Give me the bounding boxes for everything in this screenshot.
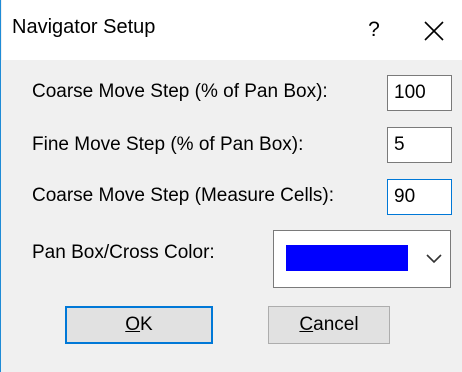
pan-box-color-dropdown[interactable] — [273, 230, 451, 288]
ok-button[interactable]: OK — [65, 306, 213, 344]
chevron-down-icon — [426, 254, 442, 264]
color-swatch — [286, 245, 408, 271]
window-title: Navigator Setup — [12, 16, 156, 38]
coarse-cells-step-label: Coarse Move Step (Measure Cells): — [32, 185, 334, 206]
navigator-setup-dialog: Navigator Setup ? Coarse Move Step (% of… — [0, 0, 462, 372]
cancel-mnemonic: C — [299, 314, 314, 335]
coarse-cells-step-input[interactable]: 90 — [387, 179, 452, 215]
title-bar[interactable]: Navigator Setup ? — [2, 0, 462, 60]
ok-mnemonic: O — [125, 314, 141, 335]
help-button[interactable]: ? — [359, 9, 389, 51]
fine-pan-step-label: Fine Move Step (% of Pan Box): — [32, 134, 304, 155]
close-icon — [424, 21, 444, 41]
cancel-label-rest: ancel — [313, 314, 359, 335]
pan-box-color-label: Pan Box/Cross Color: — [32, 242, 215, 263]
cancel-button[interactable]: Cancel — [268, 306, 390, 344]
coarse-pan-step-label: Coarse Move Step (% of Pan Box): — [32, 81, 328, 102]
close-button[interactable] — [414, 9, 454, 51]
fine-pan-step-input[interactable]: 5 — [387, 127, 452, 163]
ok-label-rest: K — [140, 314, 153, 335]
coarse-pan-step-input[interactable]: 100 — [387, 75, 452, 111]
